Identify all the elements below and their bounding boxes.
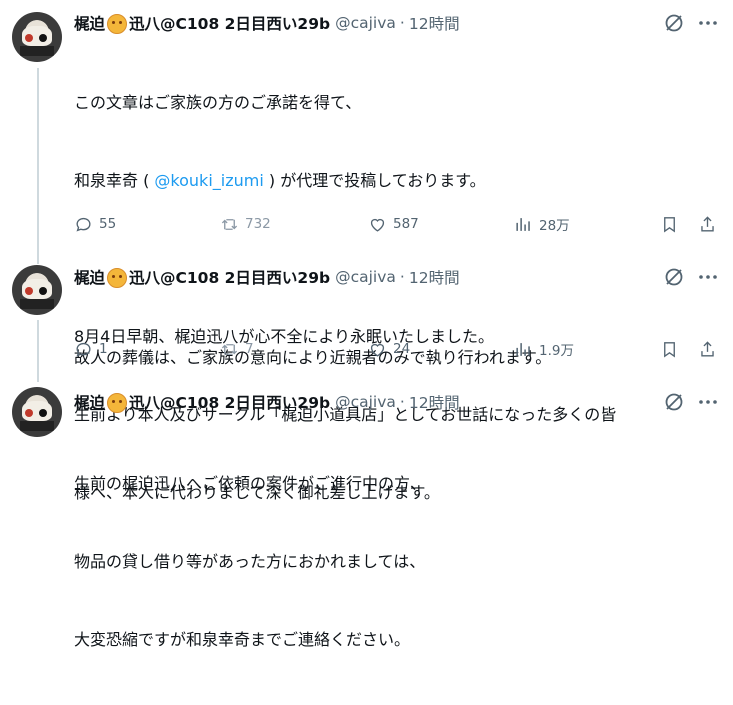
tweet-header: 梶迫 迅八@C108 2日目西い29b @cajiva · 12時間	[74, 266, 460, 288]
heart-icon	[370, 343, 385, 357]
reply-bubble-icon	[76, 217, 91, 232]
tweet-text: 生前の梶迫迅八へご依頼の案件がご進行中の方、 物品の貸し借り等があった方におかれ…	[74, 419, 724, 705]
tweet[interactable]: 梶迫 迅八@C108 2日目西い29b @cajiva · 12時間 故人の葬儀は…	[0, 255, 733, 375]
grok-slash-circle-icon[interactable]	[663, 391, 685, 413]
reply-count: 1	[99, 341, 108, 357]
share-button[interactable]	[698, 213, 717, 235]
tweet[interactable]: 梶迫 迅八@C108 2日目西い29b @cajiva · 12時間 生前の梶迫迅…	[0, 375, 733, 649]
more-dots-icon[interactable]	[697, 12, 719, 34]
heart-icon	[370, 218, 385, 232]
grok-slash-circle-icon[interactable]	[663, 12, 685, 34]
user-handle[interactable]: @cajiva	[335, 14, 396, 32]
like-count: 24	[393, 341, 411, 357]
user-handle[interactable]: @cajiva	[335, 393, 396, 411]
retweet-count: 732	[245, 216, 271, 232]
text-line: 和泉幸奇 ( @kouki_izumi ) が代理で投稿しております。	[74, 171, 486, 190]
share-icon	[701, 340, 714, 357]
tweet[interactable]: 梶迫 迅八@C108 2日目西い29b @cajiva · 12時間 この文章はご…	[0, 0, 733, 502]
action-bar: 1 7 24 1.9万	[74, 338, 724, 360]
display-name[interactable]: 梶迫 迅八@C108 2日目西い29b	[74, 391, 330, 413]
bar-chart-icon	[516, 342, 530, 356]
hamster-emoji-icon	[107, 393, 128, 413]
reply-button[interactable]: 1	[74, 338, 108, 360]
retweet-icon	[221, 343, 238, 355]
timestamp[interactable]: 12時間	[409, 12, 460, 34]
retweet-button[interactable]: 732	[220, 213, 271, 235]
hamster-emoji-icon	[107, 268, 128, 288]
timestamp[interactable]: 12時間	[409, 266, 460, 288]
share-icon	[701, 215, 714, 232]
avatar[interactable]	[12, 387, 62, 437]
bookmark-icon	[664, 341, 675, 358]
more-dots-icon[interactable]	[697, 266, 719, 288]
mention-link[interactable]: @kouki_izumi	[154, 171, 263, 190]
separator-dot: ·	[399, 268, 405, 286]
tweet-header: 梶迫 迅八@C108 2日目西い29b @cajiva · 12時間	[74, 391, 460, 413]
bookmark-button[interactable]	[660, 213, 679, 235]
like-button[interactable]: 587	[368, 213, 419, 235]
text-line: 大変恐縮ですが和泉幸奇までご連絡ください。	[74, 630, 411, 649]
retweet-icon	[221, 218, 238, 230]
timestamp[interactable]: 12時間	[409, 391, 460, 413]
grok-slash-circle-icon[interactable]	[663, 266, 685, 288]
views-button[interactable]: 28万	[514, 213, 570, 235]
views-button[interactable]: 1.9万	[514, 338, 574, 360]
avatar[interactable]	[12, 12, 62, 62]
retweet-button[interactable]: 7	[220, 338, 254, 360]
reply-bubble-icon	[76, 342, 91, 357]
more-dots-icon[interactable]	[697, 391, 719, 413]
reply-count: 55	[99, 216, 117, 232]
display-name[interactable]: 梶迫 迅八@C108 2日目西い29b	[74, 266, 330, 288]
bookmark-icon	[664, 216, 675, 233]
like-button[interactable]: 24	[368, 338, 410, 360]
text-line: 物品の貸し借り等があった方におかれましては、	[74, 552, 426, 571]
display-name[interactable]: 梶迫 迅八@C108 2日目西い29b	[74, 12, 330, 34]
retweet-count: 7	[245, 341, 254, 357]
views-count: 1.9万	[539, 343, 574, 359]
text-line: 生前の梶迫迅八へご依頼の案件がご進行中の方、	[74, 474, 427, 493]
avatar[interactable]	[12, 265, 62, 315]
text-line: この文章はご家族の方のご承諾を得て、	[74, 93, 362, 112]
separator-dot: ·	[399, 393, 405, 411]
share-button[interactable]	[698, 338, 717, 360]
user-handle[interactable]: @cajiva	[335, 268, 396, 286]
hamster-emoji-icon	[107, 14, 128, 34]
reply-button[interactable]: 55	[74, 213, 116, 235]
bookmark-button[interactable]	[660, 338, 679, 360]
views-count: 28万	[539, 218, 570, 234]
separator-dot: ·	[399, 14, 405, 32]
action-bar: 55 732 587 28万	[74, 213, 724, 235]
bar-chart-icon	[516, 217, 530, 231]
tweet-header: 梶迫 迅八@C108 2日目西い29b @cajiva · 12時間	[74, 12, 460, 34]
like-count: 587	[393, 216, 419, 232]
